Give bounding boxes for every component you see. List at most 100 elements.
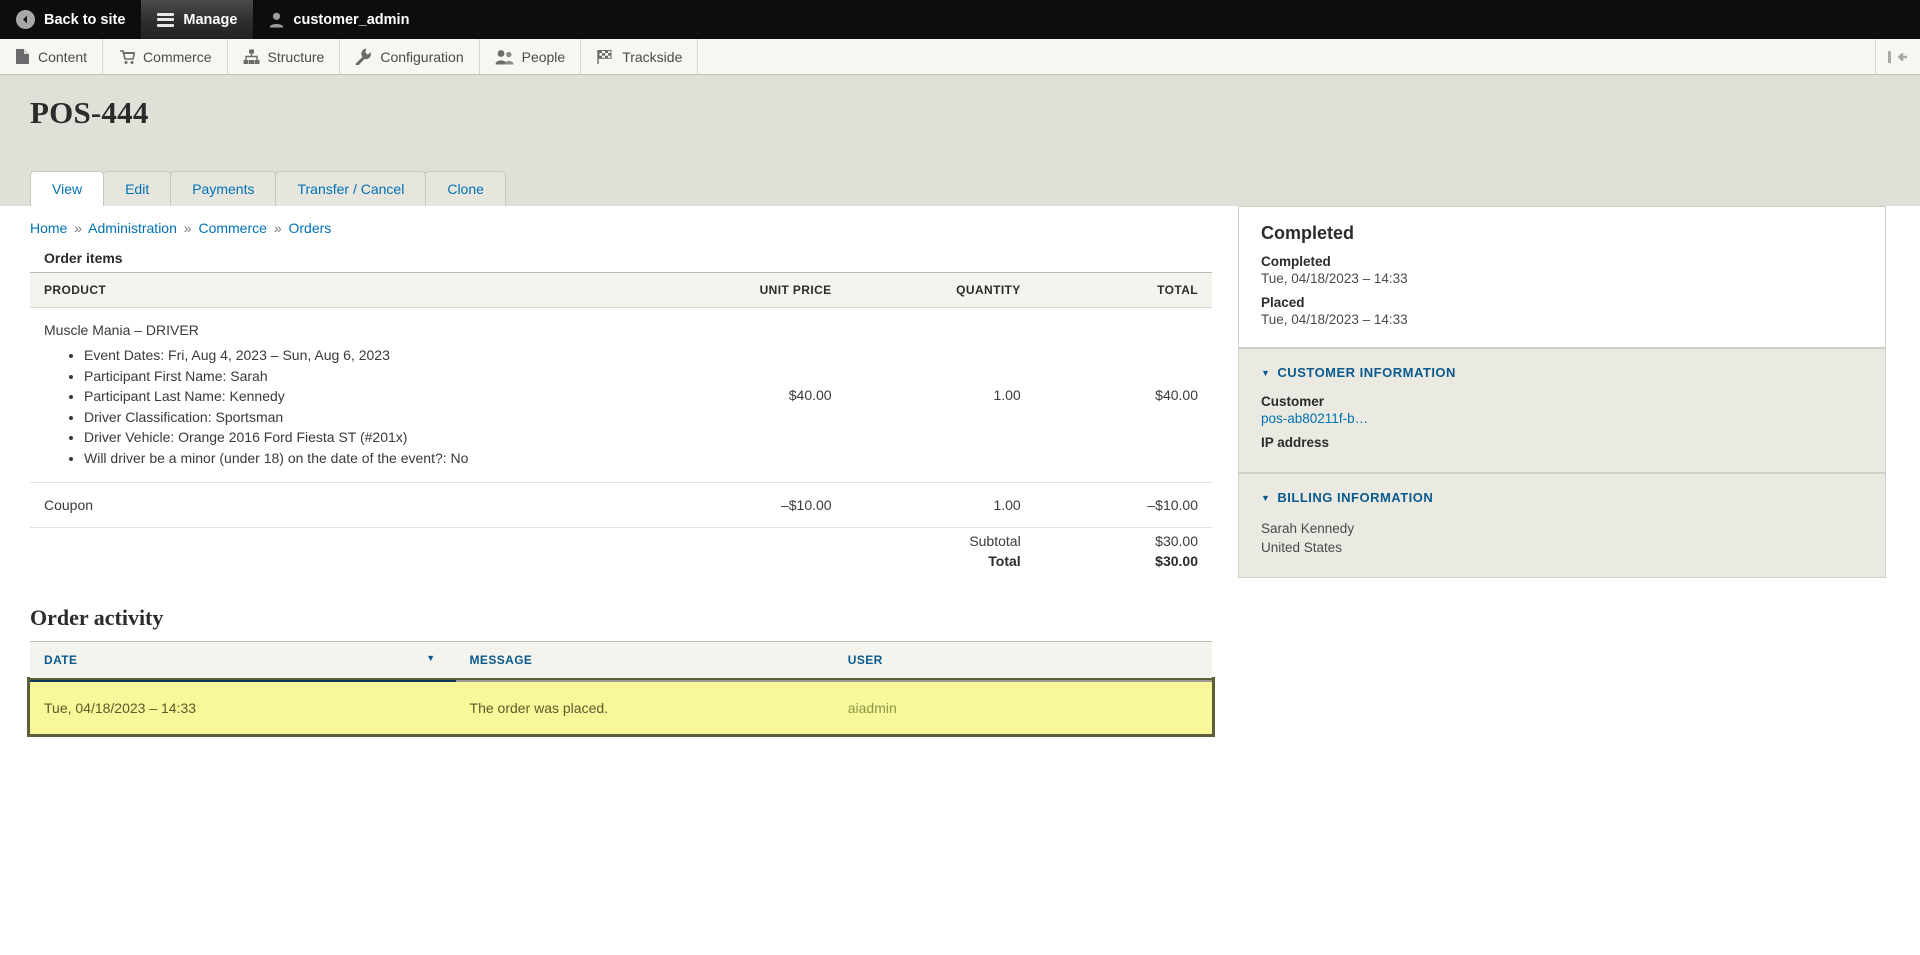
billing-information-toggle[interactable]: ▼ BILLING INFORMATION: [1261, 490, 1863, 505]
tab-edit-label: Edit: [125, 180, 150, 197]
order-items-table: PRODUCT UNIT PRICE QUANTITY TOTAL Muscle…: [30, 272, 1212, 571]
status-badge: Completed: [1261, 223, 1355, 243]
tab-payments-label: Payments: [192, 180, 255, 197]
breadcrumb-link-administration[interactable]: Administration: [88, 220, 177, 236]
column-header-product: PRODUCT: [30, 272, 657, 308]
table-header-row: PRODUCT UNIT PRICE QUANTITY TOTAL: [30, 272, 1212, 308]
order-item-product-cell: Muscle Mania – DRIVER Event Dates: Fri, …: [30, 307, 657, 483]
column-header-quantity: QUANTITY: [845, 272, 1035, 308]
order-item-attribute-list: Event Dates: Fri, Aug 4, 2023 – Sun, Aug…: [44, 345, 642, 468]
order-activity-head: ▼ DATE MESSAGE USER: [30, 641, 1212, 682]
order-item-unit-price: –$10.00: [656, 482, 846, 528]
order-activity-body: Tue, 04/18/2023 – 14:33 The order was pl…: [27, 677, 1215, 737]
admin-toolbar: Back to site Manage customer_admin: [0, 0, 1920, 39]
user-menu-button[interactable]: customer_admin: [253, 0, 425, 39]
manage-label: Manage: [183, 11, 238, 28]
customer-link[interactable]: pos-ab80211f-b…: [1261, 411, 1368, 426]
table-row: Coupon –$10.00 1.00 –$10.00: [30, 482, 1212, 528]
column-header-user[interactable]: USER: [833, 641, 1212, 682]
subtotal-row: Subtotal $30.00: [30, 528, 1212, 552]
subtotal-value: $30.00: [1155, 533, 1198, 549]
order-status-panel: Completed Completed Tue, 04/18/2023 – 14…: [1238, 206, 1886, 348]
breadcrumb-separator: »: [74, 220, 83, 236]
subtotal-label: Subtotal: [969, 533, 1021, 549]
placed-value: Tue, 04/18/2023 – 14:33: [1261, 312, 1408, 327]
activity-message: The order was placed.: [455, 680, 834, 734]
order-item-total: $40.00: [1034, 307, 1212, 483]
tab-edit[interactable]: Edit: [103, 170, 172, 206]
caret-down-icon: ▼: [1261, 492, 1271, 503]
breadcrumb-separator: »: [273, 220, 282, 236]
activity-user-link[interactable]: aiadmin: [848, 700, 897, 716]
column-header-message[interactable]: MESSAGE: [455, 641, 834, 682]
total-label: Total: [988, 553, 1021, 569]
table-header-row: ▼ DATE MESSAGE USER: [30, 641, 1212, 682]
nav-item-people[interactable]: People: [480, 39, 582, 74]
page-header: POS-444 View Edit Payments Transfer / Ca…: [0, 75, 1920, 206]
nav-label-configuration: Configuration: [380, 48, 464, 65]
tab-transfer-cancel[interactable]: Transfer / Cancel: [275, 170, 427, 206]
billing-address-name: Sarah Kennedy: [1261, 521, 1355, 536]
activity-user-cell: aiadmin: [833, 680, 1212, 734]
order-activity-table: ▼ DATE MESSAGE USER Tue, 04/18/2023 – 14…: [27, 641, 1215, 737]
breadcrumb-link-commerce[interactable]: Commerce: [198, 220, 266, 236]
primary-tabs: View Edit Payments Transfer / Cancel Clo…: [30, 170, 506, 206]
customer-value: pos-ab80211f-b…: [1261, 411, 1863, 426]
collapse-toolbar-button[interactable]: [1876, 39, 1920, 74]
nav-item-commerce[interactable]: Commerce: [103, 39, 228, 74]
billing-address-country: United States: [1261, 540, 1343, 555]
order-item-quantity: 1.00: [845, 307, 1035, 483]
nav-item-content[interactable]: Content: [0, 39, 104, 74]
breadcrumb-separator: »: [183, 220, 192, 236]
column-header-unit-price: UNIT PRICE: [656, 272, 846, 308]
list-item: Driver Classification: Sportsman: [84, 407, 642, 428]
nav-item-configuration[interactable]: Configuration: [340, 39, 480, 74]
order-item-quantity: 1.00: [845, 482, 1035, 528]
collapse-toolbar-icon: [1888, 50, 1907, 63]
order-item-total: –$10.00: [1034, 482, 1212, 528]
back-to-site-button[interactable]: Back to site: [0, 0, 141, 39]
ip-address-label: IP address: [1261, 435, 1330, 450]
totals-spacer: [30, 551, 846, 571]
main-column: Home » Administration » Commerce » Order…: [27, 206, 1215, 737]
tab-view-label: View: [52, 180, 83, 197]
nav-item-trackside[interactable]: Trackside: [581, 39, 699, 74]
order-item-title: Muscle Mania – DRIVER: [44, 322, 199, 338]
column-header-total: TOTAL: [1034, 272, 1212, 308]
breadcrumb-link-orders[interactable]: Orders: [289, 220, 332, 236]
customer-information-toggle[interactable]: ▼ CUSTOMER INFORMATION: [1261, 365, 1863, 380]
order-activity-heading: Order activity: [30, 605, 164, 630]
order-items-body: Muscle Mania – DRIVER Event Dates: Fri, …: [30, 307, 1212, 572]
billing-information-panel: ▼ BILLING INFORMATION Sarah Kennedy Unit…: [1238, 473, 1886, 578]
list-item: Will driver be a minor (under 18) on the…: [84, 448, 642, 469]
tab-transfer-cancel-label: Transfer / Cancel: [297, 180, 405, 197]
user-name-label: customer_admin: [293, 11, 410, 28]
order-items-head: PRODUCT UNIT PRICE QUANTITY TOTAL: [30, 272, 1212, 308]
customer-label: Customer: [1261, 394, 1325, 409]
nav-label-content: Content: [38, 48, 88, 65]
sort-descending-icon: ▼: [426, 653, 436, 663]
order-item-product-cell: Coupon: [30, 482, 657, 528]
total-row: Total $30.00: [30, 551, 1212, 571]
page-content: Home » Administration » Commerce » Order…: [0, 206, 1920, 737]
total-value: $30.00: [1155, 553, 1198, 569]
nav-label-commerce: Commerce: [143, 48, 212, 65]
user-icon: [270, 12, 284, 27]
caret-down-icon: ▼: [1261, 367, 1271, 378]
wrench-icon: [356, 48, 372, 65]
tab-payments[interactable]: Payments: [170, 170, 277, 206]
table-row: Tue, 04/18/2023 – 14:33 The order was pl…: [27, 677, 1215, 737]
column-header-date-label: DATE: [44, 653, 78, 667]
manage-button[interactable]: Manage: [141, 0, 254, 39]
document-icon: [16, 49, 29, 64]
sitemap-icon: [243, 49, 260, 64]
breadcrumb-link-home[interactable]: Home: [30, 220, 67, 236]
tab-clone[interactable]: Clone: [425, 170, 506, 206]
nav-item-structure[interactable]: Structure: [228, 39, 341, 74]
completed-label: Completed: [1261, 254, 1331, 269]
back-to-site-label: Back to site: [44, 11, 126, 28]
tab-view[interactable]: View: [30, 170, 105, 206]
admin-menu-bar: Content Commerce Structure Configuration: [0, 39, 1920, 75]
page-title: POS-444: [30, 95, 149, 130]
column-header-date[interactable]: ▼ DATE: [30, 641, 456, 682]
